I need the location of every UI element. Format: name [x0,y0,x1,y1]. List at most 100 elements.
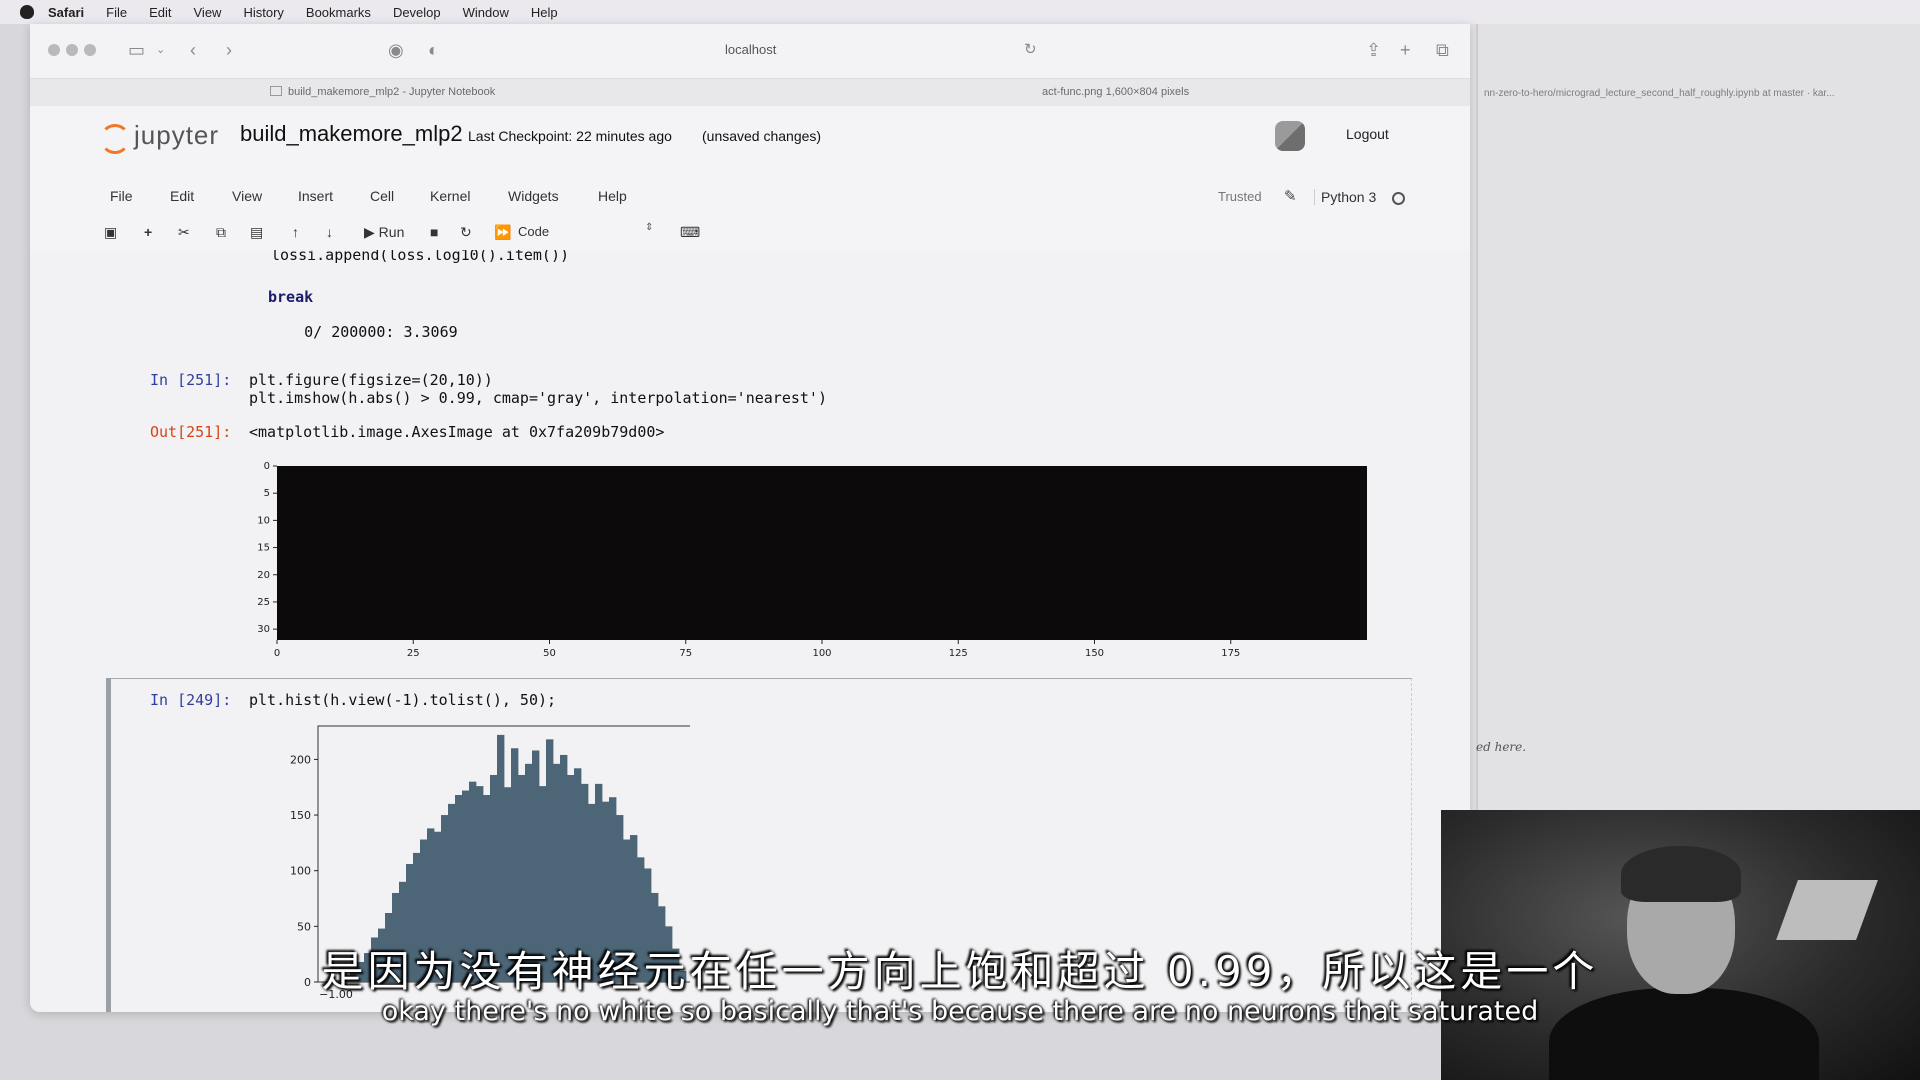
heatmap-y-tick-label: 25 [257,597,270,608]
heatmap-y-tick-label: 15 [257,543,270,554]
tab-bar: build_makemore_mlp2 - Jupyter Notebook a… [30,78,1470,108]
code-line-figure[interactable]: plt.figure(figsize=(20,10)) [249,371,493,389]
jmenu-cell[interactable]: Cell [370,188,394,204]
cell-type-select[interactable]: Code [518,224,549,239]
histogram-y-tick-label: 100 [290,865,311,878]
tab-overview-icon[interactable]: ⧉ [1436,40,1449,60]
menu-view[interactable]: View [194,5,222,20]
presenter-hair [1621,846,1741,902]
minimize-window-button[interactable] [66,44,78,56]
histogram-y-tick-label: 50 [297,920,311,933]
heatmap-x-tick-label: 0 [274,648,280,659]
chevron-down-icon[interactable]: ⌄ [156,40,165,60]
notebook-name[interactable]: build_makemore_mlp2 [240,121,463,147]
run-button[interactable]: ▶ Run [364,224,404,240]
jmenu-help[interactable]: Help [598,188,627,204]
tab-jupyter-label: build_makemore_mlp2 - Jupyter Notebook [288,86,496,98]
copy-icon[interactable]: ⧉ [216,224,226,240]
jmenu-kernel[interactable]: Kernel [430,188,470,204]
mac-menubar: Safari File Edit View History Bookmarks … [0,0,1920,24]
menu-file[interactable]: File [106,5,127,20]
output-loss-line: 0/ 200000: 3.3069 [268,323,458,341]
logout-button[interactable]: Logout [1346,126,1389,142]
kernel-status-icon [1392,192,1405,205]
keyboard-icon[interactable]: ⌨ [680,224,700,240]
unsaved-changes: (unsaved changes) [702,128,822,144]
jupyter-menubar: File Edit View Insert Cell Kernel Widget… [30,180,1470,216]
heatmap-y-tick-label: 20 [257,570,270,581]
close-window-button[interactable] [48,44,60,56]
heatmap-x-tick-label: 150 [1085,648,1104,659]
privacy-icon[interactable]: ◉ [388,40,404,60]
window-divider [1476,24,1478,819]
histogram-y-tick-label: 200 [290,753,311,766]
tab-page-icon [270,86,282,96]
heatmap-x-tick-label: 125 [949,648,968,659]
heatmap-y-tick-label: 10 [257,515,270,526]
fast-forward-icon[interactable]: ⏩ [494,224,511,240]
run-label: Run [378,224,405,240]
jmenu-insert[interactable]: Insert [298,188,333,204]
jupyter-wordmark[interactable]: jupyter [134,120,219,151]
menu-help[interactable]: Help [531,5,558,20]
python-logo-icon [1275,121,1305,151]
histogram-y-tick-label: 150 [290,809,311,822]
subtitle-english: okay there's no white so basically that'… [381,996,1539,1027]
prompt-in-249: In [249]: [150,691,232,709]
back-icon[interactable]: ‹ [190,40,196,60]
prompt-in-251: In [251]: [150,371,232,389]
restart-icon[interactable]: ↻ [460,224,472,240]
stop-icon[interactable]: ■ [430,224,438,240]
screen: { "menubar": { "app": "Safari", "items":… [0,0,1920,1080]
jupyter-logo-icon[interactable] [100,124,130,154]
reload-icon[interactable]: ↻ [1024,40,1037,60]
output-axesimage: <matplotlib.image.AxesImage at 0x7fa209b… [249,423,665,441]
background-tab-title: nn-zero-to-hero/micrograd_lecture_second… [1484,88,1835,99]
code-line-lossi[interactable]: lossi.append(loss.log10().item()) [271,250,569,264]
jmenu-file[interactable]: File [110,188,133,204]
code-line-imshow[interactable]: plt.imshow(h.abs() > 0.99, cmap='gray', … [249,389,827,407]
heatmap-y-tick-label: 30 [257,624,270,635]
zoom-window-button[interactable] [84,44,96,56]
checkpoint-status: Last Checkpoint: 22 minutes ago [468,128,672,144]
apple-icon[interactable] [20,5,34,19]
menu-develop[interactable]: Develop [393,5,441,20]
menu-edit[interactable]: Edit [149,5,171,20]
heatmap-y-tick-label: 5 [264,488,270,499]
output-break: break [268,288,314,306]
edit-pencil-icon[interactable]: ✎ [1284,187,1297,205]
paste-icon[interactable]: ▤ [250,224,263,240]
heatmap-x-tick-label: 25 [407,648,420,659]
select-arrows-icon: ⇕ [645,222,654,233]
sidebar-icon[interactable]: ▭ [128,40,145,60]
code-line-hist[interactable]: plt.hist(h.view(-1).tolist(), 50); [249,691,556,709]
move-down-icon[interactable]: ↓ [326,224,333,240]
share-icon[interactable]: ⇪ [1366,40,1381,60]
menu-history[interactable]: History [243,5,283,20]
address-bar[interactable]: localhost [725,42,776,57]
heatmap-x-tick-label: 100 [812,648,831,659]
jmenu-view[interactable]: View [232,188,262,204]
prompt-out-251: Out[251]: [150,423,232,441]
background-note-text: ed here. [1476,740,1527,754]
shield-icon[interactable]: ◐ [428,40,439,60]
heatmap-x-tick-label: 75 [679,648,692,659]
move-up-icon[interactable]: ↑ [292,224,299,240]
jmenu-edit[interactable]: Edit [170,188,194,204]
cut-icon[interactable]: ✂ [178,224,190,240]
kernel-name[interactable]: Python 3 [1314,189,1376,205]
forward-icon[interactable]: › [226,40,232,60]
menu-bookmarks[interactable]: Bookmarks [306,5,371,20]
safari-window: ▭ ⌄ ‹ › ◉ ◐ localhost ↻ ⇪ + ⧉ build_make… [30,24,1470,1012]
menu-safari[interactable]: Safari [48,5,84,20]
tab-image[interactable]: act-func.png 1,600×804 pixels [1042,86,1189,98]
heatmap-plot: 0 5 10 15 20 25 30 0 25 50 75 100 125 150 175 [257,461,1367,659]
trusted-indicator[interactable]: Trusted [1218,189,1262,204]
new-tab-icon[interactable]: + [1400,40,1411,60]
tab-jupyter[interactable]: build_makemore_mlp2 - Jupyter Notebook [270,86,495,98]
menu-window[interactable]: Window [463,5,509,20]
insert-cell-icon[interactable]: + [144,224,152,240]
save-icon[interactable]: ▣ [104,224,117,240]
notebook-area: lossi.append(loss.log10().item()) break … [30,250,1470,1012]
jmenu-widgets[interactable]: Widgets [508,188,559,204]
